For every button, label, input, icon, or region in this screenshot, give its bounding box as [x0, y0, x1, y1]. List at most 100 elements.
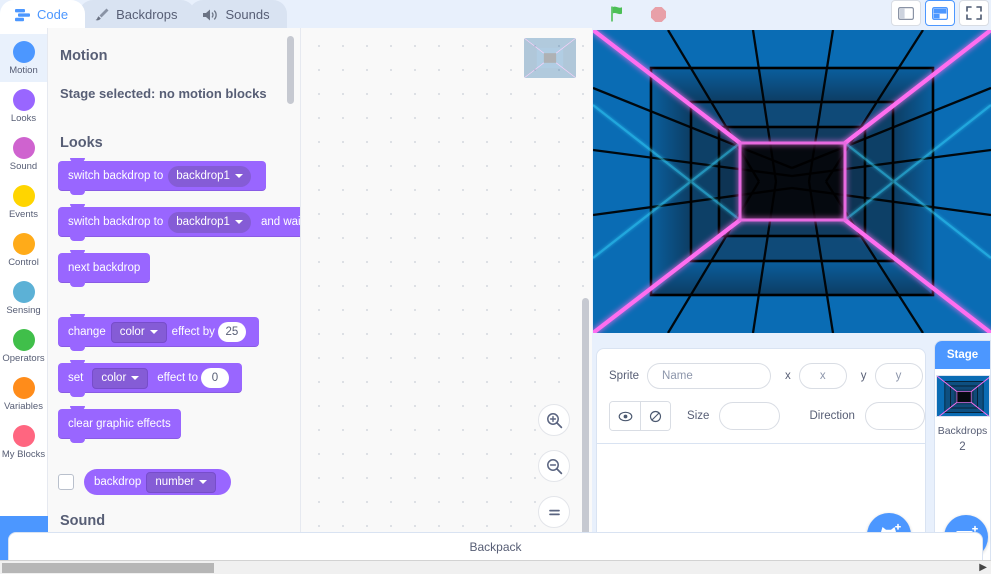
- backdrop-neon-tunnel: [593, 30, 991, 333]
- zoom-reset-button[interactable]: [538, 496, 570, 528]
- stop-button[interactable]: [644, 1, 672, 27]
- block-clear-graphic-effects[interactable]: clear graphic effects: [58, 406, 181, 443]
- block-switch-backdrop-wait-suffix: and wait: [260, 216, 300, 228]
- category-motion-label: Motion: [9, 64, 38, 76]
- fullscreen-button[interactable]: [959, 0, 989, 26]
- speaker-icon: [202, 7, 220, 23]
- tab-code-label: Code: [37, 7, 69, 22]
- small-stage-button[interactable]: [891, 0, 921, 26]
- category-events-label: Events: [8, 208, 39, 220]
- stage-thumbnail[interactable]: [935, 375, 990, 417]
- backdrop-wait-dropdown-value: backdrop1: [176, 216, 230, 228]
- block-switch-backdrop-to[interactable]: switch backdrop to backdrop1: [58, 158, 266, 195]
- category-control[interactable]: Control: [0, 226, 47, 274]
- fullscreen-icon: [966, 6, 982, 20]
- backdrop-dropdown-value: backdrop1: [176, 170, 230, 182]
- sound-dot-icon: [12, 136, 35, 159]
- palette-heading-sound: Sound: [60, 513, 106, 529]
- sprite-direction-label: Direction: [809, 410, 855, 422]
- backpack-bar[interactable]: Backpack: [8, 532, 983, 562]
- sprite-name-input[interactable]: Name: [647, 363, 772, 389]
- category-variables-label: Variables: [4, 400, 43, 412]
- backdrops-label: Backdrops: [937, 425, 988, 437]
- backdrop-dropdown[interactable]: backdrop1: [168, 165, 251, 187]
- block-next-backdrop[interactable]: next backdrop: [58, 250, 151, 287]
- stop-icon: [650, 6, 666, 22]
- tab-backdrops-label: Backdrops: [116, 7, 178, 22]
- sprite-show-button[interactable]: [610, 402, 640, 430]
- code-icon: [13, 7, 31, 23]
- block-change-effect-mid: effect by: [171, 326, 215, 338]
- paintbrush-icon: [92, 7, 110, 23]
- eye-show-icon: [618, 411, 632, 421]
- change-effect-value-input[interactable]: 25: [217, 322, 246, 342]
- sprite-size-label: Size: [687, 410, 710, 422]
- code-workspace[interactable]: [300, 28, 592, 546]
- sprite-x-input[interactable]: x: [798, 363, 847, 389]
- category-sensing-label: Sensing: [6, 304, 41, 316]
- events-dot-icon: [12, 184, 35, 207]
- zoom-in-button[interactable]: [538, 404, 570, 436]
- zoom-out-icon: [546, 458, 562, 474]
- block-change-effect-by[interactable]: change color effect by 25: [58, 314, 259, 351]
- category-sound[interactable]: Sound: [0, 130, 47, 178]
- control-dot-icon: [12, 232, 35, 255]
- category-looks[interactable]: Looks: [0, 82, 47, 130]
- category-control-label: Control: [8, 256, 39, 268]
- scroll-right-arrow-icon[interactable]: ▶: [979, 562, 987, 573]
- palette-motion-note: Stage selected: no motion blocks: [60, 86, 267, 101]
- zoom-in-icon: [546, 412, 562, 428]
- palette-heading-looks: Looks: [60, 135, 103, 151]
- sprite-direction-input[interactable]: [864, 402, 925, 430]
- chevron-down-icon: [131, 376, 140, 380]
- large-stage-button[interactable]: [925, 0, 955, 26]
- motion-dot-icon: [12, 40, 35, 63]
- backdrop-wait-dropdown[interactable]: backdrop1: [168, 211, 251, 233]
- block-clear-graphic-effects-label: clear graphic effects: [68, 418, 171, 430]
- tab-sounds[interactable]: Sounds: [188, 0, 287, 28]
- looks-dot-icon: [12, 88, 35, 111]
- browser-horizontal-scrollbar[interactable]: ▶: [0, 560, 991, 574]
- workspace-vertical-scrollbar[interactable]: [582, 298, 589, 546]
- palette-heading-motion: Motion: [60, 48, 108, 64]
- category-sensing[interactable]: Sensing: [0, 274, 47, 322]
- backdrop-reporter-checkbox[interactable]: [58, 474, 74, 490]
- category-looks-label: Looks: [10, 112, 37, 124]
- tab-backdrops[interactable]: Backdrops: [79, 0, 195, 28]
- set-effect-dropdown-value: color: [101, 372, 127, 384]
- green-flag-button[interactable]: [604, 1, 632, 27]
- sprite-y-input[interactable]: y: [874, 363, 923, 389]
- block-switch-backdrop-label: switch backdrop to: [68, 170, 164, 182]
- sprite-info-panel: Sprite Name x x y y Size Direction: [596, 348, 926, 444]
- backdrop-reporter-row: backdrop number: [58, 469, 300, 495]
- tab-sounds-label: Sounds: [225, 7, 270, 22]
- category-my-blocks[interactable]: My Blocks: [0, 418, 47, 466]
- block-palette[interactable]: Motion Stage selected: no motion blocks …: [48, 28, 300, 546]
- category-motion[interactable]: Motion: [0, 34, 47, 82]
- stage-area: [592, 28, 991, 338]
- category-operators[interactable]: Operators: [0, 322, 47, 370]
- large-stage-icon: [932, 6, 948, 20]
- stage-canvas[interactable]: [593, 30, 991, 333]
- block-set-effect-to[interactable]: set color effect to 0: [58, 360, 242, 397]
- scrollbar-thumb[interactable]: [2, 563, 214, 573]
- backdrop-reporter-dropdown[interactable]: number: [146, 471, 217, 493]
- category-events[interactable]: Events: [0, 178, 47, 226]
- tab-code[interactable]: Code: [0, 0, 86, 28]
- category-variables[interactable]: Variables: [0, 370, 47, 418]
- scratch-editor: Code Backdrops Sounds Motion Looks Sound…: [0, 0, 991, 574]
- block-switch-backdrop-to-and-wait[interactable]: switch backdrop to backdrop1 and wait: [58, 204, 300, 241]
- sprite-hide-button[interactable]: [640, 402, 671, 430]
- block-next-backdrop-label: next backdrop: [68, 262, 141, 274]
- change-effect-dropdown[interactable]: color: [110, 321, 167, 343]
- zoom-reset-icon: [548, 509, 560, 515]
- block-backdrop-reporter[interactable]: backdrop number: [84, 469, 232, 495]
- variables-dot-icon: [12, 376, 35, 399]
- zoom-out-button[interactable]: [538, 450, 570, 482]
- block-category-list: Motion Looks Sound Events Control Sensin…: [0, 28, 48, 546]
- block-set-effect-label: set: [68, 372, 84, 384]
- sprite-size-input[interactable]: [719, 402, 780, 430]
- set-effect-dropdown[interactable]: color: [92, 367, 149, 389]
- editor-tab-bar: Code Backdrops Sounds: [0, 0, 592, 28]
- set-effect-value-input[interactable]: 0: [201, 368, 229, 388]
